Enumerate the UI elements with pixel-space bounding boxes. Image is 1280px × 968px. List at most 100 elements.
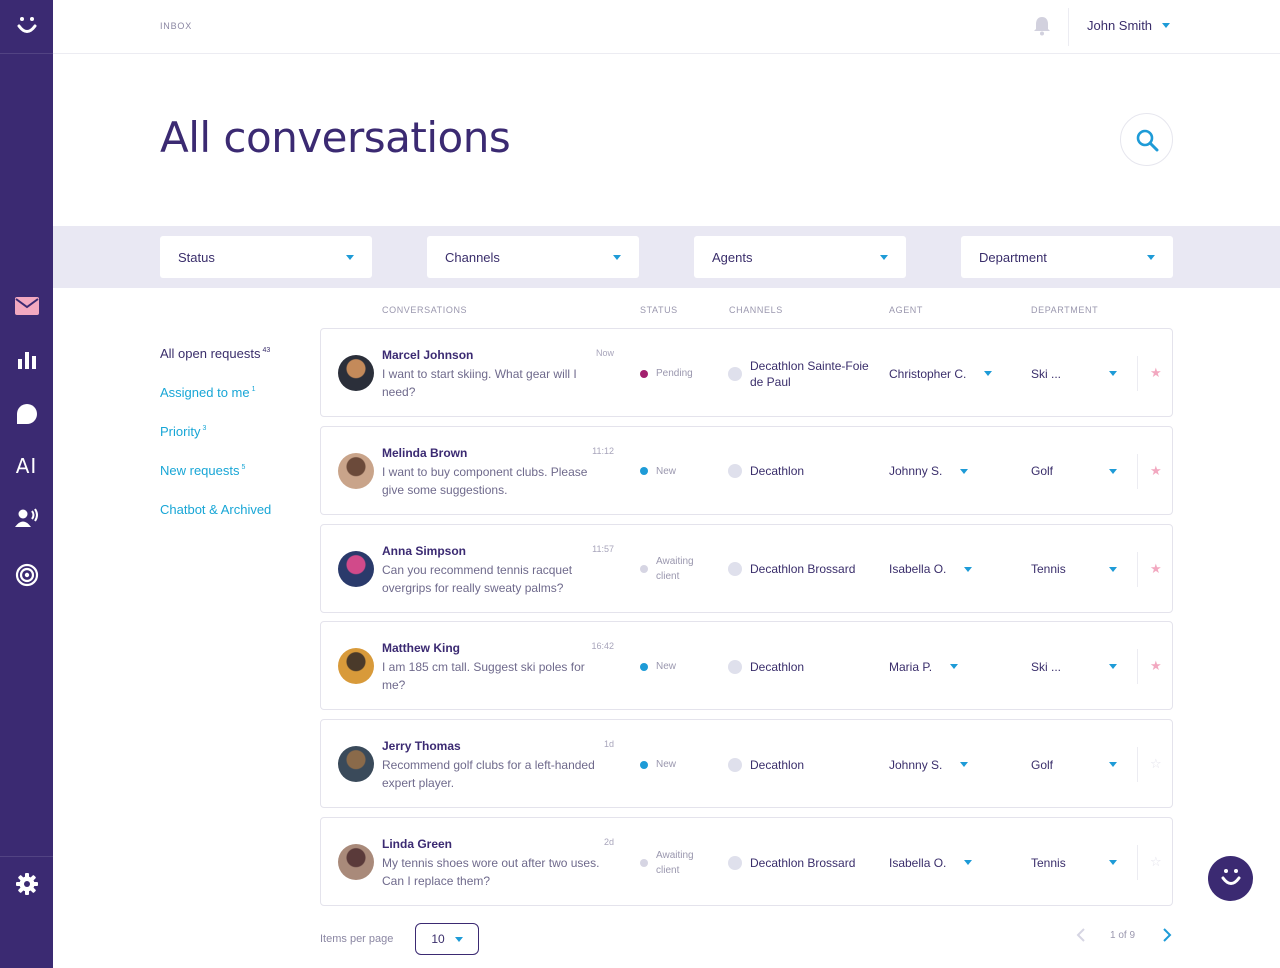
user-menu[interactable]: John Smith (1087, 18, 1171, 33)
status-dot (640, 369, 648, 378)
items-per-page-select[interactable]: 10 (415, 923, 479, 955)
column-header-channels[interactable]: CHANNELS (729, 305, 783, 315)
agent-select[interactable]: Isabella O. (889, 525, 973, 614)
message-time: 11:57 (592, 543, 614, 554)
category-all-open[interactable]: All open requests 43 (160, 346, 270, 361)
status-label: New (656, 759, 677, 771)
category-label: All open requests (160, 346, 261, 361)
chevron-down-icon (1109, 566, 1117, 572)
agent-name: Isabella O. (889, 562, 947, 577)
agent-select[interactable]: Christopher C. (889, 329, 993, 418)
department-select[interactable]: Tennis (1031, 818, 1117, 907)
row-divider (1137, 649, 1138, 685)
channels-filter[interactable]: Channels (427, 236, 639, 278)
category-label: New requests (160, 463, 240, 478)
sidebar-item-goals[interactable] (0, 555, 53, 595)
next-page-button[interactable] (1162, 928, 1172, 947)
notifications-button[interactable] (1033, 16, 1051, 41)
row-divider (1137, 453, 1138, 489)
conversation-row[interactable]: Marcel Johnson Now I want to start skiin… (320, 328, 1173, 417)
department-select[interactable]: Golf (1031, 427, 1117, 516)
department-select[interactable]: Golf (1031, 720, 1117, 809)
category-new-requests[interactable]: New requests 5 (160, 463, 245, 478)
user-name: John Smith (1087, 18, 1153, 33)
sidebar-item-voice[interactable] (0, 498, 53, 538)
chevron-down-icon (1109, 371, 1117, 376)
star-icon[interactable]: ☆ (1150, 855, 1162, 868)
filter-label: Status (178, 249, 215, 265)
previous-page-button[interactable] (1076, 928, 1086, 947)
chat-widget-button[interactable] (1208, 856, 1253, 901)
star-icon[interactable]: ★ (1150, 659, 1162, 672)
avatar (338, 355, 374, 391)
chevron-down-icon (960, 468, 969, 474)
status-dot (640, 565, 648, 574)
category-priority[interactable]: Priority 3 (160, 424, 206, 439)
chevron-down-icon (984, 371, 993, 376)
page-indicator: 1 of 9 (1110, 930, 1136, 941)
chevron-down-icon (1147, 254, 1155, 260)
conversation-row[interactable]: Linda Green 2d My tennis shoes wore out … (320, 817, 1173, 906)
chevron-down-icon (1109, 762, 1117, 768)
sidebar-item-ai[interactable]: AI (0, 446, 53, 486)
chevron-left-icon (1076, 928, 1085, 942)
messenger-icon (728, 464, 742, 479)
agent-name: Johnny S. (889, 464, 943, 479)
messenger-icon (728, 659, 742, 674)
agents-filter[interactable]: Agents (694, 236, 906, 278)
department-select[interactable]: Tennis (1031, 525, 1117, 614)
category-chatbot-archived[interactable]: Chatbot & Archived (160, 502, 271, 517)
department-filter[interactable]: Department (961, 236, 1173, 278)
avatar (338, 844, 374, 880)
column-header-conversations[interactable]: CONVERSATIONS (382, 305, 467, 315)
channel-cell: Decathlon Brossard (728, 818, 880, 907)
agent-select[interactable]: Johnny S. (889, 720, 969, 809)
avatar (338, 648, 374, 685)
channel-name: Decathlon (750, 659, 805, 674)
status-label: Pending (656, 368, 693, 379)
message-preview: I want to start skiing. What gear will I… (382, 367, 577, 399)
department-select[interactable]: Ski ... (1031, 622, 1117, 711)
star-icon[interactable]: ★ (1150, 366, 1162, 379)
status-label: New (656, 661, 677, 673)
chevron-down-icon (346, 254, 354, 260)
category-label: Chatbot & Archived (160, 502, 272, 517)
category-assigned-to-me[interactable]: Assigned to me 1 (160, 385, 256, 400)
channel-cell: Decathlon Brossard (728, 525, 880, 614)
column-header-agent[interactable]: AGENT (889, 305, 923, 315)
column-header-status[interactable]: STATUS (640, 305, 678, 315)
chevron-down-icon (964, 566, 973, 572)
app-logo[interactable] (0, 0, 53, 54)
star-icon[interactable]: ☆ (1150, 757, 1162, 770)
avatar (338, 550, 374, 587)
status-badge: New (640, 427, 704, 516)
breadcrumb[interactable]: INBOX (160, 21, 192, 31)
items-per-page-value: 10 (431, 932, 445, 946)
messenger-icon (728, 855, 742, 870)
conversation-row[interactable]: Melinda Brown 11:12 I want to buy compon… (320, 425, 1173, 516)
sidebar-item-analytics[interactable] (0, 340, 53, 380)
conversation-row[interactable]: Anna Simpson 11:57 Can you recommend ten… (320, 523, 1173, 614)
status-filter[interactable]: Status (160, 236, 372, 278)
channel-name: Decathlon Brossard (750, 562, 856, 577)
star-icon[interactable]: ★ (1150, 464, 1162, 477)
sidebar-item-chat[interactable] (0, 394, 53, 434)
department-name: Ski ... (1031, 659, 1062, 674)
sidebar-item-inbox[interactable] (0, 286, 53, 326)
agent-select[interactable]: Maria P. (889, 622, 959, 711)
filter-label: Channels (445, 249, 500, 265)
conversation-row[interactable]: Matthew King 16:42 I am 185 cm tall. Sug… (320, 621, 1173, 711)
contact-name: Melinda Brown (382, 445, 468, 460)
settings-button[interactable] (0, 856, 53, 910)
star-icon[interactable]: ★ (1150, 562, 1162, 575)
filter-bar: Status Channels Agents Department (53, 226, 1280, 288)
conversation-row[interactable]: Jerry Thomas 1d Recommend golf clubs for… (320, 719, 1173, 809)
search-button[interactable] (1120, 113, 1173, 166)
smiley-icon (1221, 868, 1240, 885)
department-select[interactable]: Ski ... (1031, 329, 1117, 418)
column-header-department[interactable]: DEPARTMENT (1031, 305, 1098, 315)
contact-name: Anna Simpson (382, 543, 467, 558)
messenger-icon (728, 562, 742, 577)
agent-select[interactable]: Isabella O. (889, 818, 973, 907)
agent-select[interactable]: Johnny S. (889, 427, 969, 516)
